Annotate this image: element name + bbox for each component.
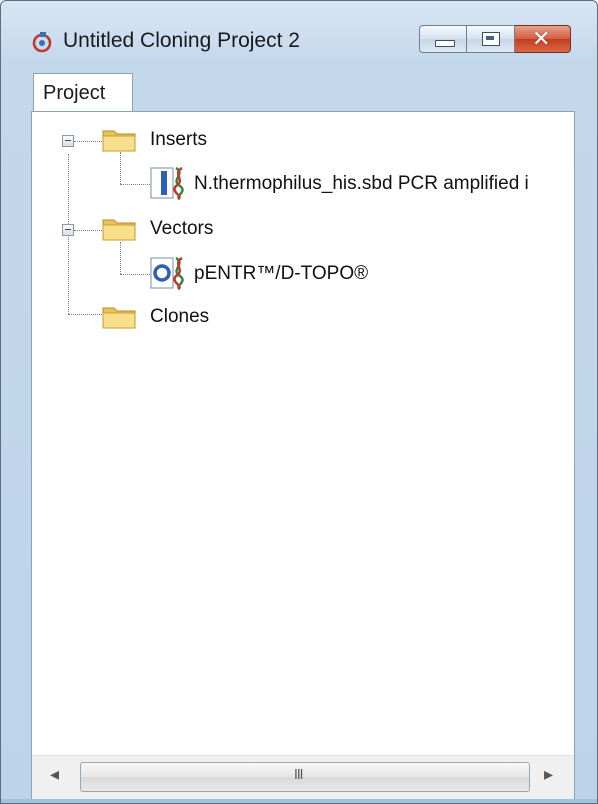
tab-project-label: Project [43, 82, 106, 104]
maximize-icon [482, 32, 500, 46]
tree-node-label: Inserts [150, 129, 208, 150]
tree-connector [120, 152, 121, 184]
project-tree-panel: Inserts N.thermophilus_his.sbd PCR ampli… [31, 111, 575, 801]
scroll-left-icon: ◂ [50, 764, 60, 785]
tree-connector [74, 230, 102, 231]
scroll-grip-icon: III [294, 768, 303, 783]
folder-icon [102, 130, 136, 152]
tree-connector [120, 184, 150, 185]
title-bar[interactable]: Untitled Cloning Project 2 ✕ [1, 1, 597, 53]
scroll-thumb[interactable]: III [80, 762, 530, 792]
tree-node-label: N.thermophilus_his.sbd PCR amplified i [194, 173, 529, 194]
tab-project[interactable]: Project [33, 73, 133, 113]
close-button[interactable]: ✕ [515, 25, 571, 53]
tree-node-label: pENTR™/D-TOPO® [194, 263, 369, 284]
tree-node-label: Clones [150, 306, 210, 327]
tree-node-vector-pentr[interactable]: pENTR™/D-TOPO® [150, 256, 550, 290]
scroll-left-button[interactable]: ◂ [46, 764, 68, 788]
window-title: Untitled Cloning Project 2 [63, 29, 300, 52]
tree-node-inserts[interactable]: Inserts [102, 124, 302, 154]
horizontal-scrollbar[interactable]: ◂ III ▸ [32, 755, 574, 800]
vectors-collapse-toggle[interactable] [62, 224, 74, 236]
project-app-icon [32, 32, 52, 53]
tree-connector [120, 242, 121, 274]
circular-vector-icon [150, 256, 184, 290]
scroll-right-button[interactable]: ▸ [540, 764, 562, 788]
maximize-button[interactable] [467, 25, 515, 53]
minimize-button[interactable] [419, 25, 467, 53]
window-bottom-edge [1, 799, 597, 803]
tree-node-vectors[interactable]: Vectors [102, 213, 302, 243]
folder-icon [102, 219, 136, 241]
app-window: Untitled Cloning Project 2 ✕ Project Ins… [0, 0, 598, 804]
tree-connector [68, 314, 102, 315]
folder-icon [102, 307, 136, 329]
tree-node-label: Vectors [150, 218, 214, 239]
tree-connector [74, 141, 102, 142]
project-tree: Inserts N.thermophilus_his.sbd PCR ampli… [32, 112, 574, 732]
scroll-right-icon: ▸ [544, 764, 554, 785]
close-icon: ✕ [532, 27, 551, 52]
minimize-icon [435, 40, 455, 47]
tree-node-clones[interactable]: Clones [102, 301, 302, 331]
linear-sequence-icon [150, 166, 184, 200]
tree-connector [120, 274, 150, 275]
tab-strip: Project [23, 59, 575, 113]
tree-node-insert-sequence[interactable]: N.thermophilus_his.sbd PCR amplified i [150, 166, 574, 200]
inserts-collapse-toggle[interactable] [62, 135, 74, 147]
